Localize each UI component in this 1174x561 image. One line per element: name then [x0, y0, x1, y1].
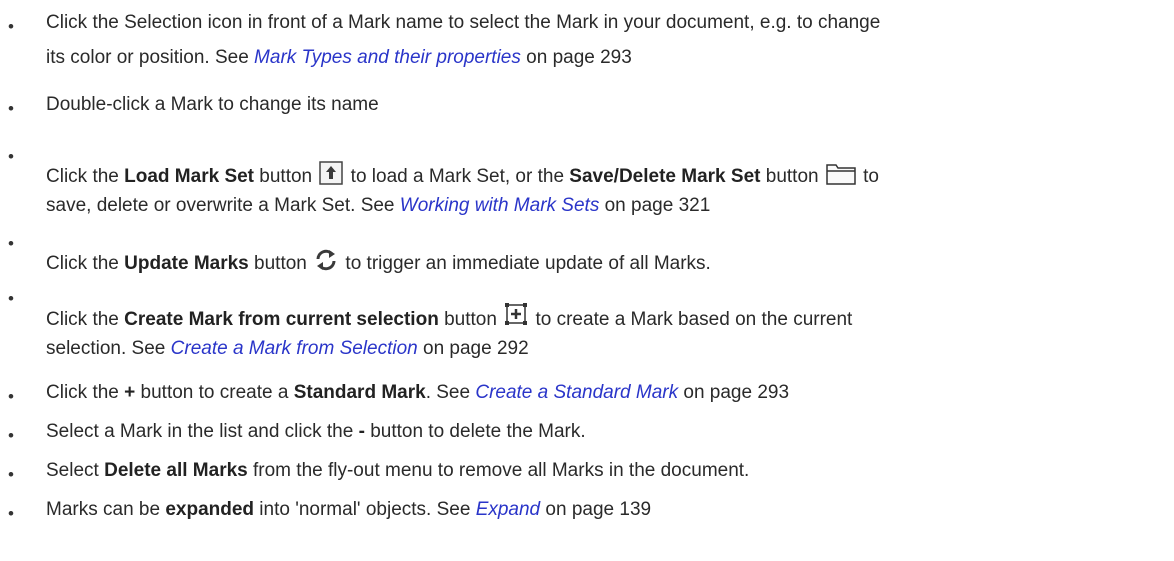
item-line: Click the Create Mark from current selec… — [46, 302, 852, 333]
link-expand[interactable]: Expand — [476, 499, 540, 520]
bullet: • — [8, 147, 14, 166]
bullet: • — [8, 504, 14, 523]
upload-arrow-icon[interactable] — [319, 161, 344, 185]
link-create-standard-mark[interactable]: Create a Standard Mark — [475, 382, 678, 403]
selection-plus-icon[interactable] — [504, 302, 528, 328]
item-line: Select a Mark in the list and click the … — [46, 421, 586, 442]
bullet: • — [8, 426, 14, 445]
link-create-mark-selection[interactable]: Create a Mark from Selection — [171, 338, 418, 359]
item-line: selection. See Create a Mark from Select… — [46, 338, 529, 359]
document-page: • Click the Selection icon in front of a… — [0, 0, 1174, 561]
bullet: • — [8, 99, 14, 118]
refresh-icon[interactable] — [314, 248, 338, 272]
item-line: Double-click a Mark to change its name — [46, 94, 379, 115]
bullet: • — [8, 289, 14, 308]
item-line: Select Delete all Marks from the fly-out… — [46, 460, 750, 481]
bullet: • — [8, 234, 14, 253]
item-line: Marks can be expanded into 'normal' obje… — [46, 499, 652, 520]
item-line: save, delete or overwrite a Mark Set. Se… — [46, 195, 711, 216]
link-working-mark-sets[interactable]: Working with Mark Sets — [400, 195, 600, 216]
link-mark-types[interactable]: Mark Types and their properties — [254, 47, 521, 68]
item-line: its color or position. See Mark Types an… — [46, 47, 632, 68]
item-line: Click the Update Marks button to trigger… — [46, 248, 711, 277]
folder-icon[interactable] — [826, 163, 856, 185]
item-line: Click the + button to create a Standard … — [46, 382, 790, 403]
bullet: • — [8, 17, 14, 36]
bullet: • — [8, 465, 14, 484]
item-line: Click the Selection icon in front of a M… — [46, 12, 881, 33]
bullet: • — [8, 387, 14, 406]
item-line: Click the Load Mark Set button to load a… — [46, 161, 879, 190]
